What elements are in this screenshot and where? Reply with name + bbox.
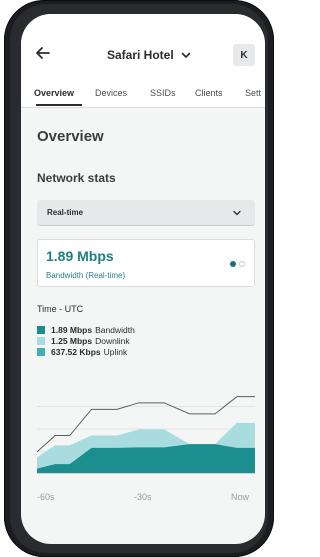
legend-item-downlink: 1.25 Mbps Downlink <box>37 335 135 346</box>
tab-clients[interactable]: Clients <box>195 88 223 98</box>
legend-label: Downlink <box>95 335 130 346</box>
network-stats-chart <box>37 396 255 474</box>
legend-value: 637.52 Kbps <box>51 346 101 357</box>
page-title: Overview <box>37 128 104 145</box>
chevron-down-icon <box>181 52 190 58</box>
legend-value: 1.25 Mbps <box>51 335 93 346</box>
tab-bar: Overview Devices SSIDs Clients Sett <box>21 82 265 108</box>
bandwidth-value: 1.89 Mbps <box>46 248 114 264</box>
site-title: Safari Hotel <box>107 48 174 62</box>
x-tick-label: -30s <box>134 492 152 502</box>
time-range-value: Real-time <box>47 208 84 217</box>
x-tick-label: -60s <box>37 492 55 502</box>
x-axis: -60s -30s Now <box>37 492 257 506</box>
legend-swatch <box>37 325 45 334</box>
time-range-select[interactable]: Real-time <box>37 200 255 226</box>
active-tab-indicator <box>36 104 82 106</box>
chart-legend: 1.89 Mbps Bandwidth 1.25 Mbps Downlink 6… <box>37 324 135 357</box>
arrow-left-icon[interactable] <box>34 44 52 62</box>
top-app-bar: Safari Hotel K <box>21 14 265 82</box>
carousel-dot[interactable] <box>239 261 245 267</box>
tab-ssids[interactable]: SSIDs <box>150 88 176 98</box>
time-axis-title: Time - UTC <box>37 304 84 314</box>
chevron-down-icon <box>233 210 241 216</box>
legend-item-uplink: 637.52 Kbps Uplink <box>37 346 135 357</box>
legend-swatch <box>37 336 45 345</box>
carousel-dot-active[interactable] <box>230 261 236 267</box>
legend-item-bandwidth: 1.89 Mbps Bandwidth <box>37 324 135 335</box>
bandwidth-stat-card: 1.89 Mbps Bandwidth (Real-time) <box>37 239 255 287</box>
tab-settings[interactable]: Sett <box>245 88 261 98</box>
tab-overview[interactable]: Overview <box>34 88 74 98</box>
site-selector[interactable]: Safari Hotel <box>107 48 191 62</box>
tab-devices[interactable]: Devices <box>95 88 127 98</box>
avatar[interactable]: K <box>233 44 255 66</box>
legend-label: Uplink <box>103 346 128 357</box>
app-screen: Safari Hotel K Overview Devices SSIDs Cl… <box>21 14 265 544</box>
bandwidth-label: Bandwidth (Real-time) <box>46 271 126 280</box>
x-tick-label: Now <box>231 492 250 502</box>
legend-value: 1.89 Mbps <box>51 324 93 335</box>
legend-label: Bandwidth <box>95 324 135 335</box>
section-title: Network stats <box>37 171 116 185</box>
legend-swatch <box>37 347 45 356</box>
